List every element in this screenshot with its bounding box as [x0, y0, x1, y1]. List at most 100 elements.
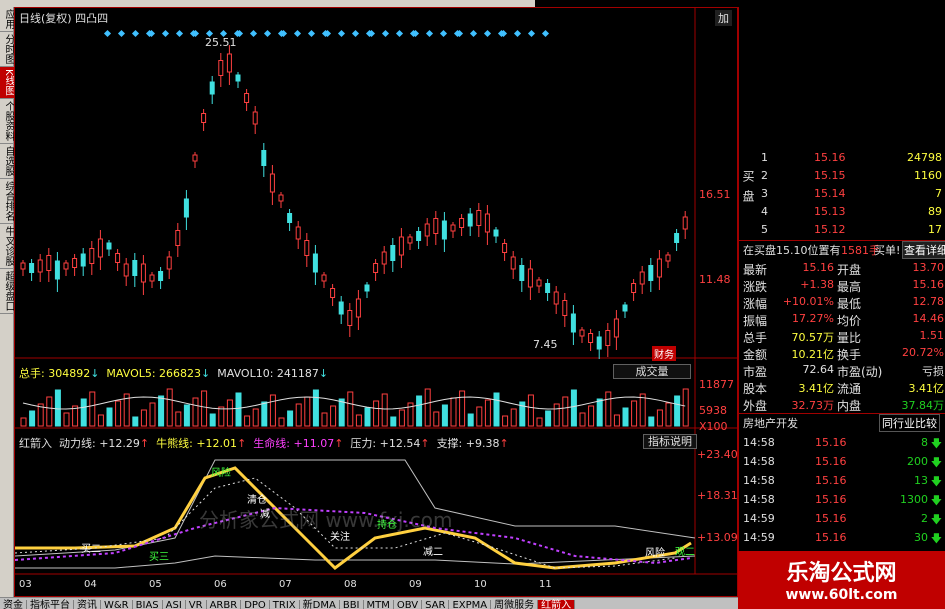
- tick-time: 14:58: [743, 436, 775, 449]
- signal-label: 关注: [330, 532, 350, 543]
- volume-bar: [46, 396, 53, 427]
- ind-line5: 支撑: +9.38: [436, 437, 500, 450]
- top-menu-bar[interactable]: [0, 0, 535, 7]
- indicator-tab[interactable]: DPO: [241, 600, 270, 609]
- sector-name[interactable]: 房地产开发: [743, 415, 798, 431]
- view-detail-button[interactable]: 查看详细: [902, 241, 945, 259]
- indicator-tab[interactable]: ASI: [163, 600, 186, 609]
- volume-bar: [235, 392, 242, 427]
- tick-price: 15.16: [815, 436, 847, 449]
- candle-body: [416, 231, 422, 241]
- volume-bar: [312, 389, 319, 427]
- left-tab[interactable]: 牛叉诊股: [0, 224, 14, 269]
- indicator-tab[interactable]: TRIX: [270, 600, 300, 609]
- down-arrow-icon: 🡇: [930, 532, 942, 545]
- volume-bar: [502, 415, 509, 427]
- tick-volume: 13: [914, 474, 928, 487]
- volume-bar: [295, 403, 302, 427]
- tick-volume: 200: [907, 455, 928, 468]
- candle-body: [72, 258, 78, 268]
- signal-diamond-icon: [293, 29, 302, 38]
- quote-label: 振幅: [743, 314, 768, 328]
- bid-volume: 89: [928, 205, 942, 218]
- left-tab[interactable]: K线图: [0, 67, 14, 99]
- kline-chart-area[interactable]: 日线(复权) 四凸四 加 25.51 7.45 16.51 11.48 财务 总…: [14, 7, 739, 597]
- volume-bar: [252, 408, 259, 427]
- level: 3: [761, 187, 768, 200]
- candle-body: [330, 288, 336, 298]
- left-tab[interactable]: 超级盘口: [0, 269, 14, 314]
- quote-row: 总手 70.57万 量比 1.51: [739, 328, 945, 345]
- candle-body: [648, 265, 654, 281]
- signal-label: 减: [260, 509, 270, 520]
- orderbook-row[interactable]: 2 15.15 1160: [739, 168, 945, 185]
- low-price-label: 7.45: [533, 338, 558, 351]
- orderbook-row[interactable]: 3 15.14 7: [739, 186, 945, 203]
- signal-diamond-icon: [541, 29, 550, 38]
- candle-body: [321, 274, 327, 282]
- orderbook-row[interactable]: 1 15.16 24798: [739, 150, 945, 167]
- candle-body: [588, 333, 594, 343]
- quote-row: 市盈 72.64 市盈(动) 亏损: [739, 362, 945, 379]
- signal-diamond-icon: [103, 29, 112, 38]
- indicator-tab[interactable]: SAR: [422, 600, 450, 609]
- ind-axis-label: +23.40: [697, 448, 738, 461]
- indicator-tab[interactable]: W&R: [101, 600, 133, 609]
- candle-body: [579, 329, 585, 337]
- finance-badge[interactable]: 财务: [652, 346, 676, 361]
- left-tab[interactable]: 自选股: [0, 144, 14, 179]
- volume-bar: [450, 397, 457, 427]
- volume-bar: [115, 400, 122, 427]
- indicator-tab[interactable]: 新DMA: [300, 600, 340, 609]
- signal-diamond-icon: [175, 29, 184, 38]
- tick-price: 15.16: [815, 531, 847, 544]
- candle-body: [467, 213, 473, 227]
- date-tick: 08: [344, 579, 357, 590]
- indicator-tab[interactable]: 周微服务: [491, 600, 539, 609]
- indicator-help-button[interactable]: 指标说明: [643, 434, 697, 449]
- orderbook-row[interactable]: 4 15.13 89: [739, 204, 945, 221]
- candle-body: [553, 291, 559, 305]
- left-tab[interactable]: 分时图: [0, 32, 14, 67]
- indicator-tab[interactable]: OBV: [394, 600, 423, 609]
- volume-indicator-button[interactable]: 成交量: [613, 364, 691, 379]
- quote-value: 37.84万: [901, 399, 945, 412]
- left-tab[interactable]: 应用: [0, 7, 14, 32]
- quote-label: 换手: [837, 348, 862, 362]
- indicator-tab[interactable]: VR: [186, 600, 207, 609]
- indicator-tab[interactable]: 指标平台: [27, 600, 74, 609]
- indicator-tab[interactable]: 资金: [0, 600, 27, 609]
- candle-body: [622, 304, 628, 312]
- volume-bar: [631, 400, 638, 427]
- volume-bar: [441, 404, 448, 427]
- volume-bar: [562, 396, 569, 427]
- indicator-tab[interactable]: BIAS: [133, 600, 163, 609]
- quote-value: 17.27%: [792, 312, 834, 325]
- sector-row: 房地产开发 同行业比较: [739, 413, 945, 432]
- indicator-tab[interactable]: 红箭入: [538, 600, 576, 609]
- peer-compare-button[interactable]: 同行业比较: [879, 414, 940, 432]
- indicator-tab[interactable]: MTM: [364, 600, 394, 609]
- quote-value: +1.38: [800, 278, 834, 291]
- volume-bar: [682, 388, 689, 427]
- orderbook-note: 在买盘15.10位置有: [743, 244, 841, 257]
- bid-price: 15.13: [814, 205, 846, 218]
- quote-value: 32.73万: [791, 399, 835, 412]
- signal-diamond-icon: [351, 29, 360, 38]
- quote-label: 均价: [837, 314, 862, 328]
- tick-time: 14:59: [743, 512, 775, 525]
- indicator-tab[interactable]: EXPMA: [449, 600, 492, 609]
- tick-time: 14:58: [743, 474, 775, 487]
- ind-name: 红箭入: [19, 437, 52, 450]
- candle-body: [63, 262, 69, 270]
- left-tab[interactable]: 综合排名: [0, 179, 14, 224]
- orderbook-row[interactable]: 5 15.12 17: [739, 222, 945, 239]
- volume-bar: [596, 398, 603, 427]
- buy-order-button[interactable]: 买单!: [874, 242, 900, 258]
- indicator-tab[interactable]: 资讯: [74, 600, 101, 609]
- left-tab[interactable]: 个股资料: [0, 99, 14, 144]
- indicator-tab[interactable]: ARBR: [207, 600, 242, 609]
- quote-value: 72.64: [802, 363, 835, 376]
- candle-body: [639, 271, 645, 285]
- indicator-tab[interactable]: BBI: [340, 600, 364, 609]
